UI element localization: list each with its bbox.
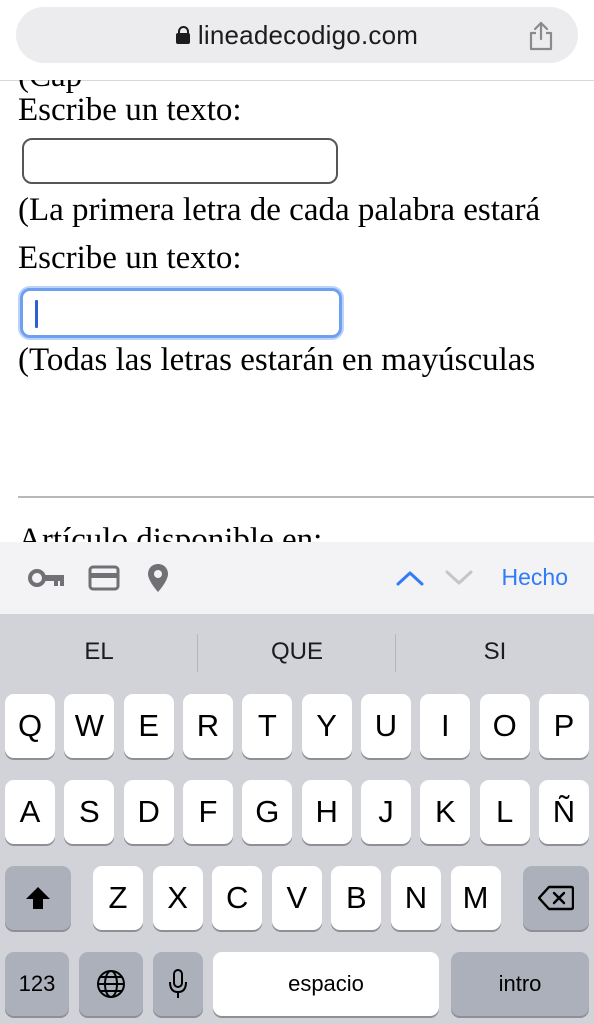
text-label-1: Escribe un texto:: [18, 92, 242, 128]
dictation-key[interactable]: [153, 952, 203, 1016]
letter-key[interactable]: M: [450, 866, 501, 930]
globe-key[interactable]: [79, 952, 143, 1016]
microphone-icon: [169, 969, 187, 998]
letter-key[interactable]: O: [479, 694, 530, 758]
share-icon[interactable]: [528, 21, 554, 51]
letter-key[interactable]: A: [5, 780, 55, 844]
space-key[interactable]: espacio: [213, 952, 439, 1016]
letter-key[interactable]: G: [242, 780, 293, 844]
letter-key[interactable]: D: [123, 780, 174, 844]
article-available-text: Artículo disponible en:: [18, 522, 323, 542]
credit-card-icon[interactable]: [88, 565, 120, 591]
url-text: lineadecodigo.com: [197, 19, 419, 50]
numbers-key[interactable]: 123: [5, 952, 69, 1016]
letter-key[interactable]: I: [420, 694, 471, 758]
letter-key[interactable]: U: [360, 694, 411, 758]
chevron-down-icon[interactable]: [445, 570, 473, 586]
location-icon[interactable]: [146, 562, 170, 594]
letter-key[interactable]: H: [301, 780, 352, 844]
text-input-1[interactable]: [22, 138, 338, 184]
letter-key[interactable]: Ñ: [538, 780, 589, 844]
suggestion-2[interactable]: QUE: [198, 638, 396, 666]
letter-key[interactable]: R: [182, 694, 233, 758]
letter-key[interactable]: T: [242, 694, 293, 758]
keyboard-accessory-bar: Hecho: [0, 542, 594, 614]
letter-key[interactable]: C: [212, 866, 263, 930]
done-button[interactable]: Hecho: [502, 564, 568, 591]
letter-key[interactable]: S: [64, 780, 115, 844]
letter-key[interactable]: N: [391, 866, 441, 930]
horizontal-rule: [18, 496, 594, 498]
return-key[interactable]: intro: [451, 952, 589, 1016]
shift-key[interactable]: [5, 866, 71, 930]
space-key-label: espacio: [288, 971, 364, 996]
letter-key[interactable]: Y: [301, 694, 352, 758]
numbers-key-label: 123: [18, 971, 56, 996]
text-caret: [35, 300, 38, 328]
letter-key[interactable]: B: [331, 866, 382, 930]
letter-key[interactable]: E: [123, 694, 174, 758]
delete-key[interactable]: [523, 866, 589, 930]
letter-key[interactable]: K: [420, 780, 471, 844]
keyboard: EL QUE SI 123 espacio intro Q W E R T Y …: [0, 614, 594, 1024]
text-input-2-focused[interactable]: [20, 288, 342, 338]
letter-key[interactable]: J: [360, 780, 411, 844]
chevron-up-icon[interactable]: [396, 570, 424, 586]
lock-icon: [175, 26, 190, 44]
uppercase-note: (Todas las letras estarán en mayúsculas: [18, 342, 536, 378]
letter-key[interactable]: V: [271, 866, 322, 930]
key-icon[interactable]: [28, 568, 66, 588]
text-label-2: Escribe un texto:: [18, 240, 242, 276]
letter-key[interactable]: W: [64, 694, 115, 758]
suggestion-1[interactable]: EL: [0, 638, 198, 666]
address-bar[interactable]: lineadecodigo.com: [16, 7, 578, 63]
globe-icon: [97, 970, 125, 998]
capitalize-note: (La primera letra de cada palabra estará: [18, 192, 541, 228]
letter-key[interactable]: Q: [5, 694, 55, 758]
shift-icon: [26, 887, 50, 909]
browser-toolbar: lineadecodigo.com: [0, 0, 594, 81]
letter-key[interactable]: P: [538, 694, 589, 758]
letter-key[interactable]: F: [182, 780, 233, 844]
suggestion-bar: EL QUE SI: [0, 614, 594, 694]
suggestion-3[interactable]: SI: [396, 638, 594, 666]
letter-key[interactable]: X: [152, 866, 203, 930]
letter-key[interactable]: Z: [93, 866, 143, 930]
return-key-label: intro: [498, 971, 542, 996]
backspace-icon: [538, 885, 574, 911]
web-page: (Cap Escribe un texto: (La primera letra…: [0, 80, 594, 542]
letter-key[interactable]: L: [479, 780, 530, 844]
